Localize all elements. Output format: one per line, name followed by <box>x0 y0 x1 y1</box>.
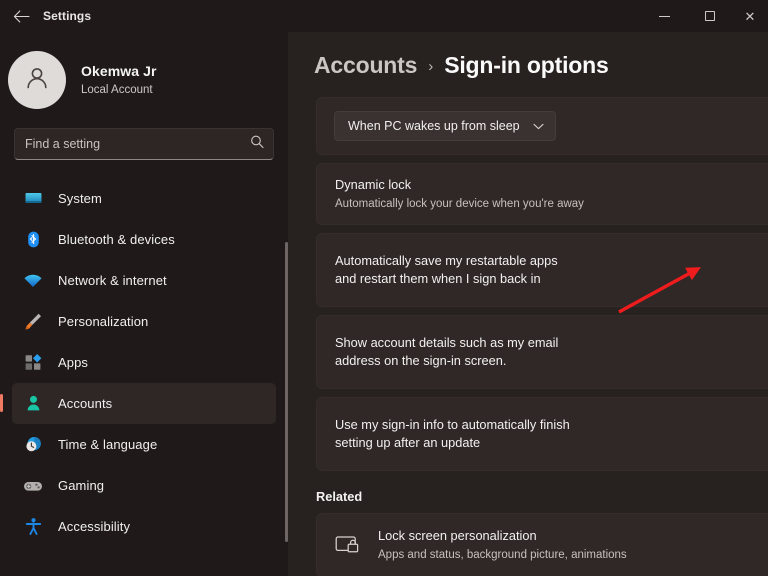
setting-title-line2: and restart them when I sign back in <box>335 271 541 286</box>
use-signin-info-card: Use my sign-in info to automatically fin… <box>316 397 768 471</box>
chevron-down-icon <box>533 117 544 135</box>
sidebar-item-label: Network & internet <box>58 273 167 288</box>
sidebar-item-label: System <box>58 191 102 206</box>
search-icon[interactable] <box>250 135 264 154</box>
dynamic-lock-card[interactable]: Dynamic lock Automatically lock your dev… <box>316 163 768 225</box>
minimize-button[interactable] <box>642 0 687 32</box>
lock-screen-personalization-link[interactable]: Lock screen personalization Apps and sta… <box>316 513 768 576</box>
search-input[interactable] <box>15 137 273 151</box>
sidebar-item-label: Gaming <box>58 478 105 493</box>
profile-name: Okemwa Jr <box>81 63 157 79</box>
row-text: Automatically save my restartable apps a… <box>335 252 768 288</box>
sidebar: Okemwa Jr Local Account Find a setting S… <box>0 32 288 576</box>
row-text: Show account details such as my email ad… <box>335 334 768 370</box>
link-text: Lock screen personalization Apps and sta… <box>378 527 627 563</box>
back-button[interactable] <box>4 1 38 31</box>
dropdown-value: When PC wakes up from sleep <box>348 119 520 133</box>
require-signin-card: When PC wakes up from sleep <box>316 97 768 155</box>
sidebar-item-system[interactable]: System <box>12 178 276 219</box>
person-avatar-icon <box>22 63 52 98</box>
profile-account-type: Local Account <box>81 84 153 96</box>
search-box[interactable] <box>14 128 274 160</box>
main-content: Accounts › Sign-in options When PC wakes… <box>288 32 768 576</box>
setting-title-line1: Use my sign-in info to automatically fin… <box>335 417 570 432</box>
sidebar-item-bluetooth-devices[interactable]: Bluetooth & devices <box>12 219 276 260</box>
settings-window: Settings ✕ Okemwa Jr Local Account Find … <box>0 0 768 576</box>
show-account-details-card: Show account details such as my email ad… <box>316 315 768 389</box>
title-bar: Settings ✕ <box>0 0 768 32</box>
sidebar-item-personalization[interactable]: Personalization <box>12 301 276 342</box>
sidebar-item-accounts[interactable]: Accounts <box>0 383 276 424</box>
sidebar-item-label: Time & language <box>58 437 158 452</box>
window-title: Settings <box>43 9 92 23</box>
close-button[interactable]: ✕ <box>732 0 768 32</box>
sidebar-item-accessibility[interactable]: Accessibility <box>12 506 276 547</box>
back-arrow-icon <box>13 9 30 23</box>
page-title: Sign-in options <box>444 52 609 78</box>
row-text: Use my sign-in info to automatically fin… <box>335 416 768 452</box>
clock-globe-icon <box>22 434 44 456</box>
search-container <box>0 128 288 160</box>
sidebar-item-label: Accounts <box>58 396 113 411</box>
setting-title-line2: setting up after an update <box>335 435 481 450</box>
sidebar-item-apps[interactable]: Apps <box>12 342 276 383</box>
lock-screen-icon <box>334 531 362 559</box>
require-signin-dropdown[interactable]: When PC wakes up from sleep <box>334 111 556 141</box>
accessibility-icon <box>22 516 44 538</box>
related-heading: Related <box>316 489 363 504</box>
minimize-icon <box>659 15 670 17</box>
person-icon <box>22 393 44 415</box>
sidebar-item-network-internet[interactable]: Network & internet <box>12 260 276 301</box>
profile-text: Okemwa Jr Local Account <box>81 63 157 97</box>
apps-grid-icon <box>22 352 44 374</box>
maximize-icon <box>704 11 715 21</box>
link-title: Lock screen personalization <box>378 528 537 543</box>
sidebar-item-gaming[interactable]: Gaming <box>12 465 276 506</box>
link-subtitle: Apps and status, background picture, ani… <box>378 549 627 561</box>
avatar <box>8 51 66 109</box>
setting-title: Dynamic lock <box>335 177 412 192</box>
paintbrush-icon <box>22 311 44 333</box>
setting-title-line2: address on the sign-in screen. <box>335 353 507 368</box>
setting-subtitle: Automatically lock your device when you'… <box>335 198 584 210</box>
maximize-button[interactable] <box>687 0 732 32</box>
restartable-apps-card: Automatically save my restartable apps a… <box>316 233 768 307</box>
gamepad-icon <box>22 475 44 497</box>
setting-title-line1: Automatically save my restartable apps <box>335 253 558 268</box>
sidebar-item-label: Personalization <box>58 314 149 329</box>
sidebar-item-time-language[interactable]: Time & language <box>12 424 276 465</box>
breadcrumb-separator-icon: › <box>428 58 434 75</box>
monitor-icon <box>22 188 44 210</box>
breadcrumb: Accounts › Sign-in options <box>288 32 768 79</box>
settings-list: When PC wakes up from sleep Dynamic lock… <box>288 79 768 576</box>
breadcrumb-parent[interactable]: Accounts <box>314 52 417 79</box>
profile-card[interactable]: Okemwa Jr Local Account <box>0 32 288 128</box>
wifi-icon <box>22 270 44 292</box>
sidebar-item-label: Apps <box>58 355 89 370</box>
sidebar-item-label: Bluetooth & devices <box>58 232 175 247</box>
setting-title-line1: Show account details such as my email <box>335 335 559 350</box>
sidebar-item-label: Accessibility <box>58 519 131 534</box>
row-text: Dynamic lock Automatically lock your dev… <box>335 176 768 212</box>
close-icon: ✕ <box>744 8 756 24</box>
window-controls: ✕ <box>642 0 768 32</box>
sidebar-nav: System Bluetooth & devices Network & int… <box>0 178 288 547</box>
bluetooth-icon <box>22 229 44 251</box>
